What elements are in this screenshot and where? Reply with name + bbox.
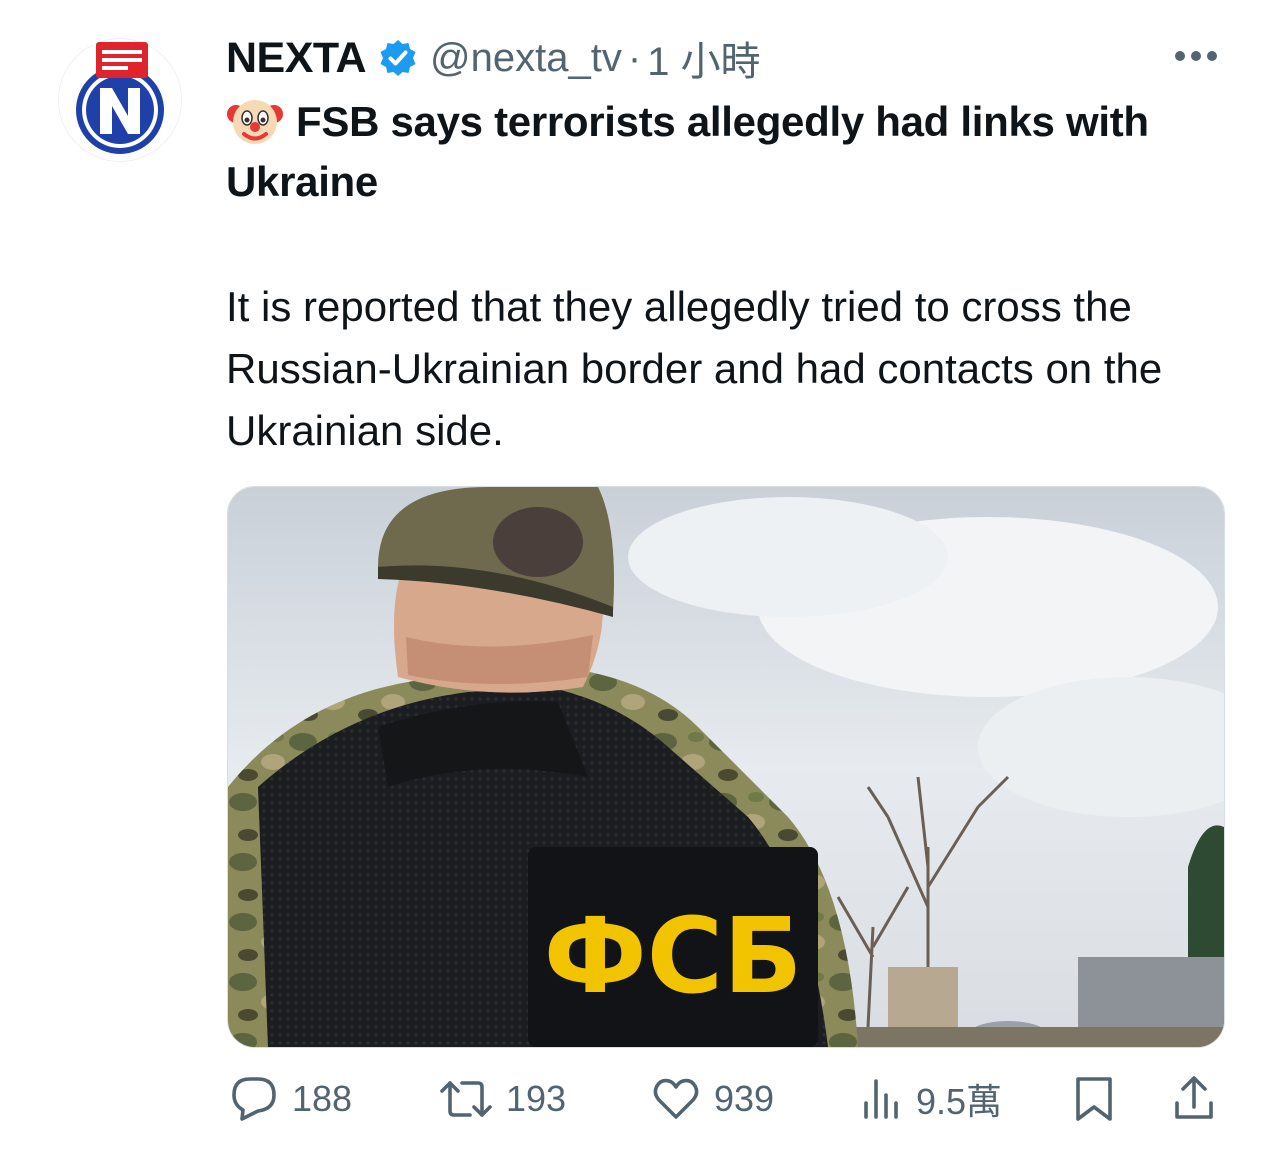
tweet-media-image[interactable]: ФСБ	[227, 486, 1225, 1048]
like-button[interactable]: 939	[650, 1068, 774, 1130]
repost-count: 193	[506, 1078, 567, 1119]
bookmark-icon	[1076, 1077, 1112, 1121]
author-avatar[interactable]	[58, 38, 182, 162]
views-button[interactable]: 9.5萬	[860, 1068, 1002, 1130]
bookmark-button[interactable]	[1072, 1068, 1116, 1130]
header-separator: ·	[627, 35, 642, 80]
timestamp[interactable]: 1 小時	[647, 29, 760, 87]
repost-arrows-icon	[440, 1081, 492, 1117]
verified-badge-icon[interactable]	[378, 38, 418, 78]
share-upload-icon	[1175, 1076, 1213, 1119]
tweet-body: It is reported that they allegedly tried…	[226, 283, 1163, 454]
reply-bubble-icon	[232, 1077, 276, 1121]
tweet-title-text: FSB says terrorists allegedly had links …	[226, 98, 1149, 205]
view-count: 9.5萬	[916, 1081, 1003, 1122]
more-options-icon[interactable]	[1168, 38, 1224, 74]
heart-icon	[653, 1078, 699, 1119]
reply-button[interactable]: 188	[228, 1068, 352, 1130]
share-button[interactable]	[1172, 1068, 1216, 1130]
bar-chart-icon	[864, 1079, 898, 1119]
tweet-title: FSB says terrorists allegedly had links …	[226, 92, 1236, 212]
display-name[interactable]: NEXTA	[226, 34, 367, 83]
repost-button[interactable]: 193	[438, 1068, 566, 1130]
clown-face-emoji	[226, 96, 284, 146]
nexta-logo-icon	[76, 42, 164, 154]
reply-count: 188	[292, 1078, 353, 1119]
like-count: 939	[714, 1078, 775, 1119]
tweet-header: NEXTA @nexta_tv · 1 小時	[226, 30, 761, 86]
user-handle[interactable]: @nexta_tv	[430, 36, 622, 81]
tweet-action-bar: 188 193 939 9.5萬	[226, 1068, 1226, 1130]
fsb-patch-text: ФСБ	[544, 895, 803, 1017]
